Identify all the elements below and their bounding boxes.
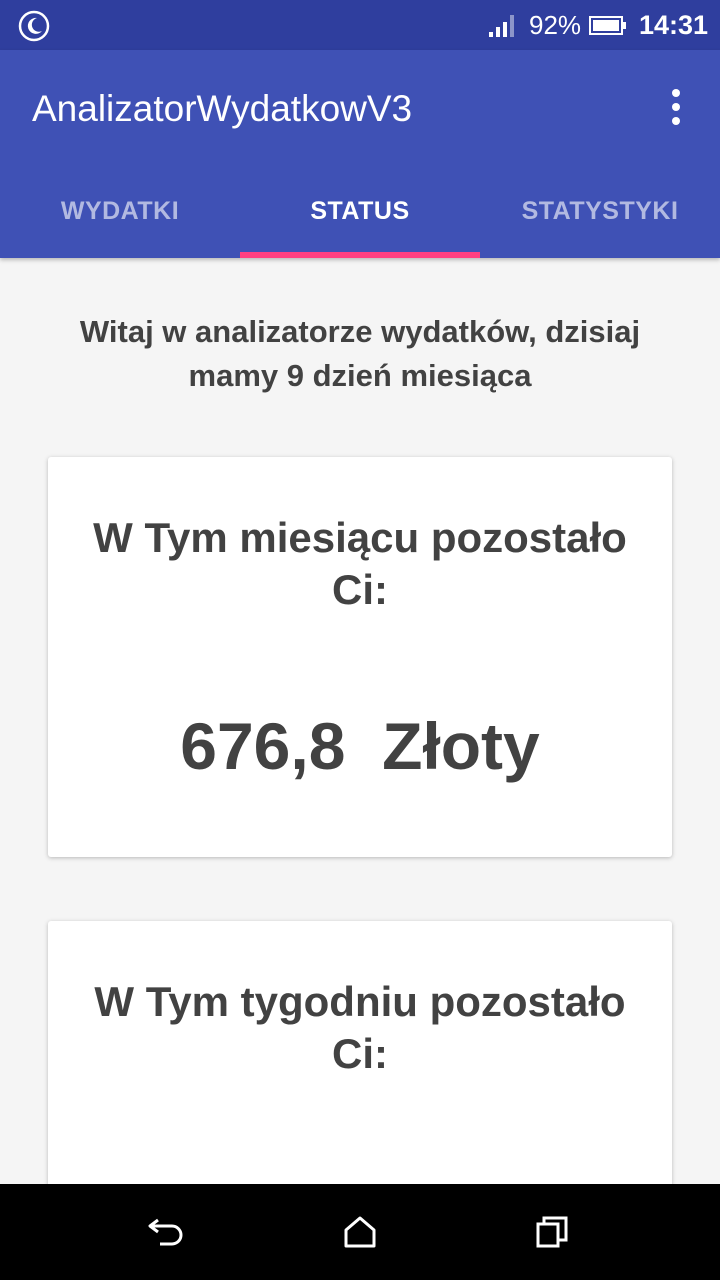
week-remaining-card: W Tym tygodniu pozostało Ci:	[48, 921, 672, 1184]
month-remaining-value: 676,8 Złoty	[180, 709, 540, 783]
week-remaining-label: W Tym tygodniu pozostało Ci:	[94, 978, 626, 1077]
clock: 14:31	[639, 10, 709, 40]
recents-icon[interactable]	[522, 1210, 582, 1254]
battery-percent: 92%	[529, 10, 582, 40]
tab-statystyki[interactable]: STATYSTYKI	[480, 176, 720, 258]
signal-icon	[489, 15, 514, 37]
home-icon[interactable]	[330, 1210, 390, 1254]
status-content[interactable]: Witaj w analizatorze wydatków, dzisiaj m…	[0, 258, 720, 1184]
tab-wydatki[interactable]: WYDATKI	[0, 176, 240, 258]
app-bar: AnalizatorWydatkowV3 WYDATKI STATUS STAT…	[0, 50, 720, 258]
back-icon[interactable]	[138, 1210, 198, 1254]
more-vert-icon[interactable]	[656, 82, 696, 132]
status-bar: 92% 14:31	[0, 0, 720, 50]
navigation-bar	[0, 1184, 720, 1280]
battery-icon	[589, 16, 626, 35]
app-title: AnalizatorWydatkowV3	[32, 88, 413, 129]
month-remaining-label: W Tym miesiącu pozostało Ci:	[93, 514, 627, 613]
night-mode-icon	[18, 10, 50, 42]
month-remaining-card: W Tym miesiącu pozostało Ci: 676,8 Złoty	[48, 457, 672, 857]
welcome-text: Witaj w analizatorze wydatków, dzisiaj m…	[79, 314, 641, 393]
tab-status[interactable]: STATUS	[240, 176, 480, 258]
